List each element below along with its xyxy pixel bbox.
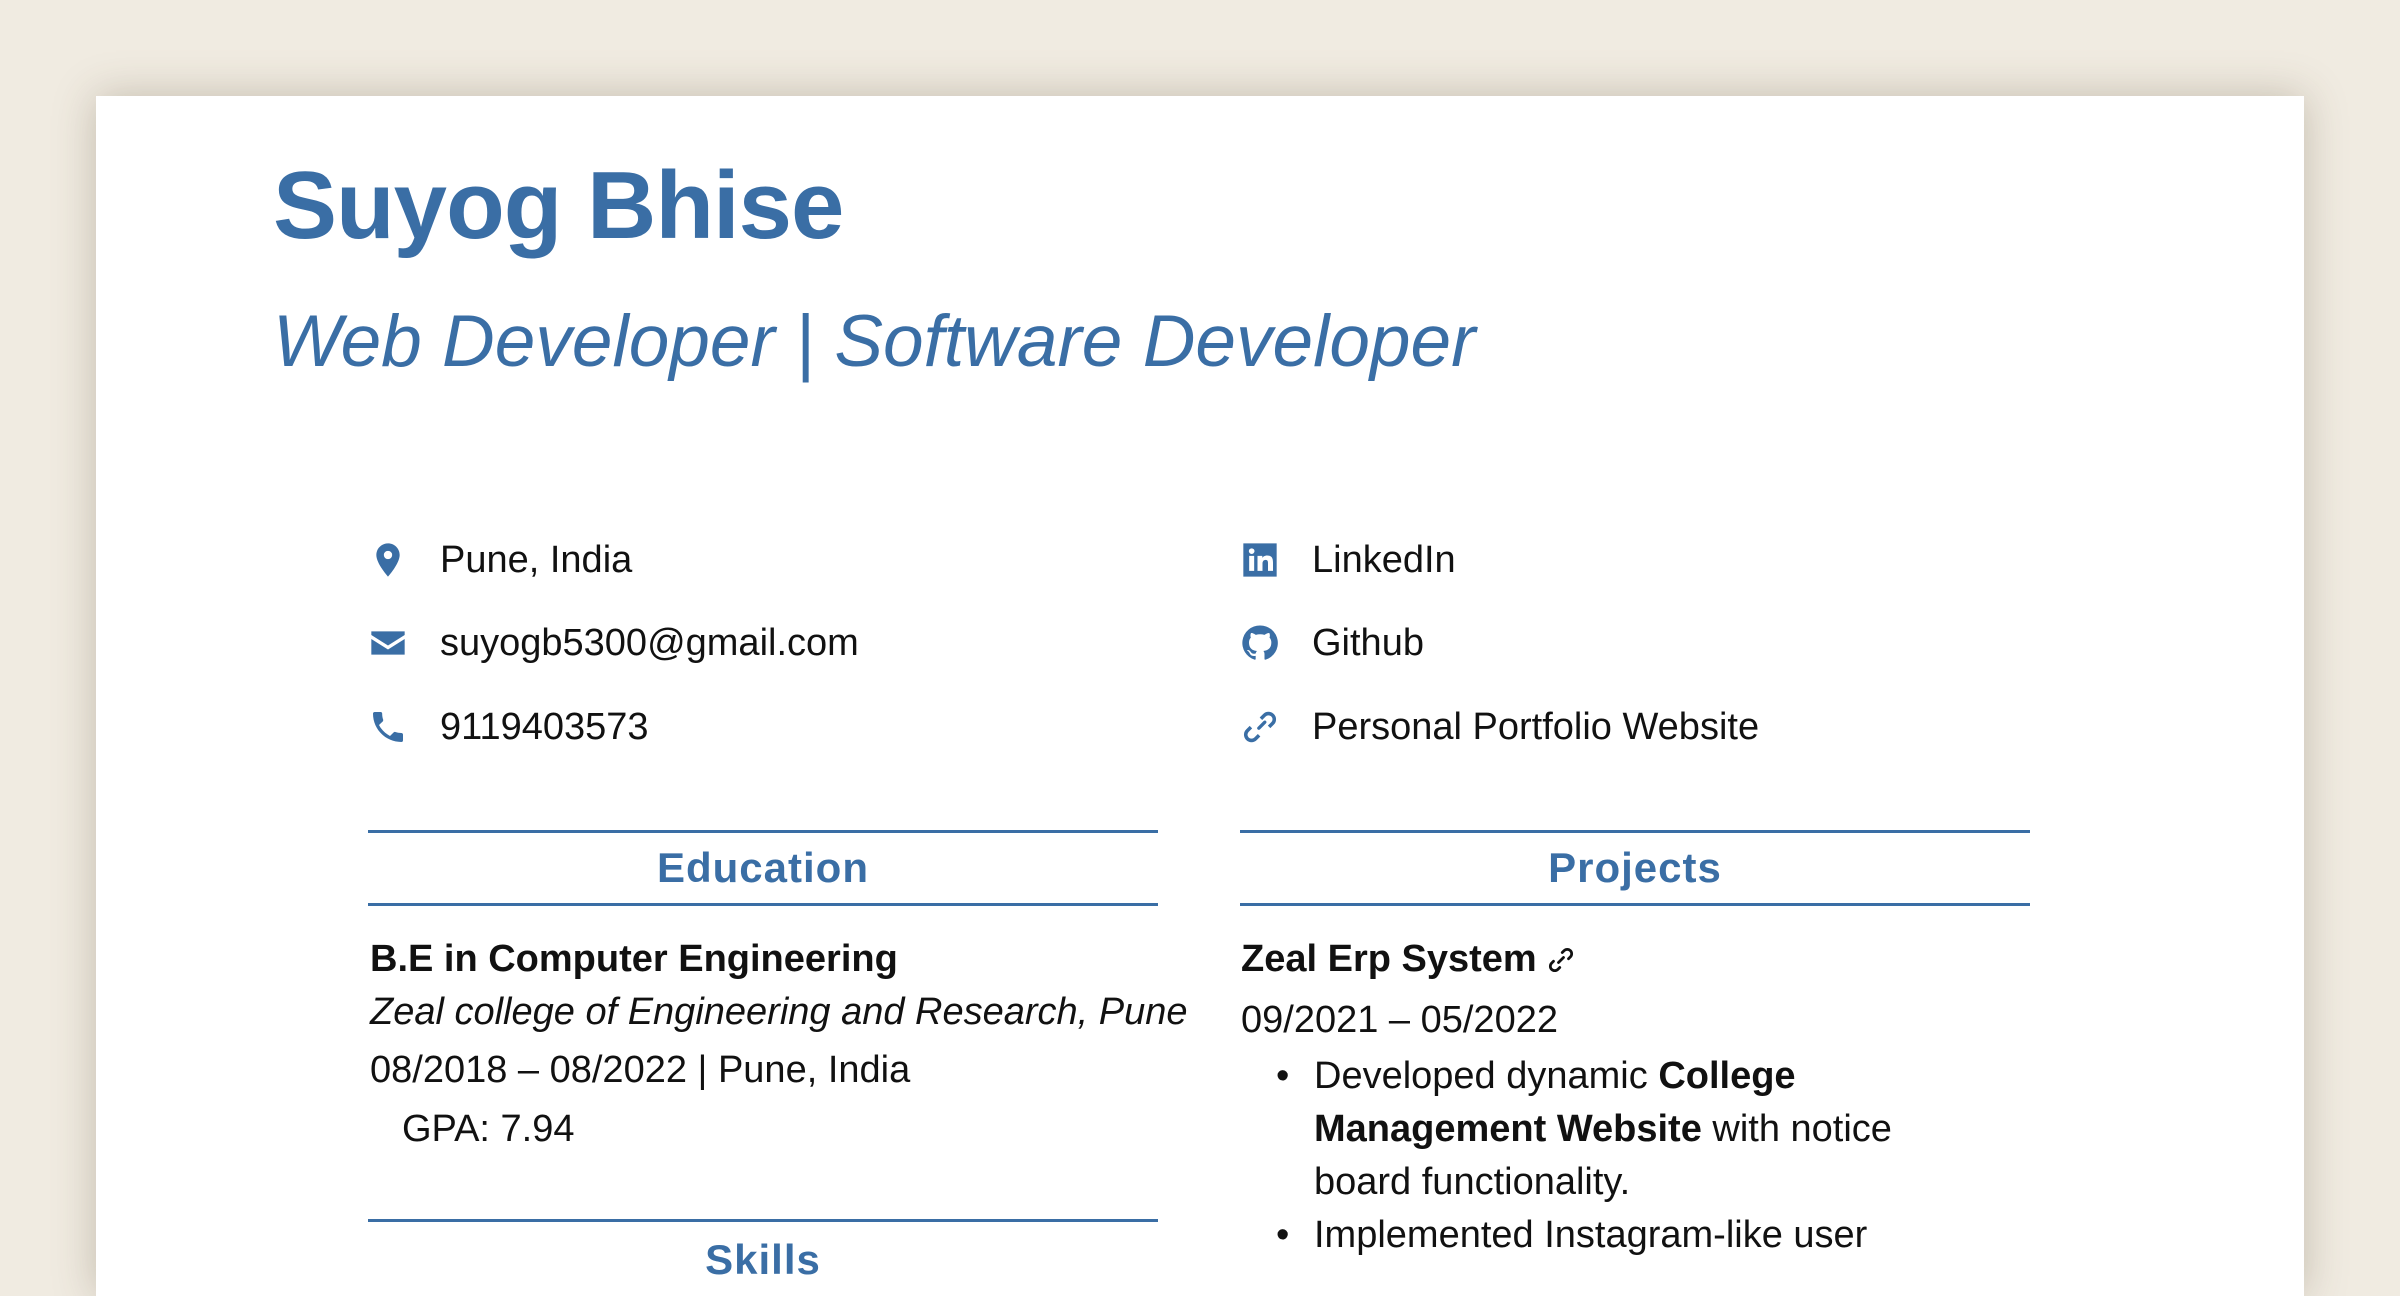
contact-github[interactable]: Github [1240,623,1424,663]
contact-location: Pune, India [368,540,632,580]
contact-email[interactable]: suyogb5300@gmail.com [368,623,859,663]
education-dates: 08/2018 – 08/2022 | Pune, India [370,1049,911,1091]
skills-heading: Skills [368,1219,1158,1295]
github-icon [1240,623,1280,663]
project-bullet: Developed dynamic College Management Web… [1266,1050,1986,1209]
phone-icon [368,707,408,747]
education-heading: Education [368,830,1158,906]
contact-phone[interactable]: 9119403573 [368,707,649,747]
contact-portfolio-text: Personal Portfolio Website [1312,706,1760,748]
projects-heading: Projects [1240,830,2030,906]
contact-github-text: Github [1312,622,1424,664]
contact-email-text: suyogb5300@gmail.com [440,622,859,664]
contact-location-text: Pune, India [440,539,633,581]
contact-phone-text: 9119403573 [440,706,649,748]
contact-linkedin-text: LinkedIn [1312,539,1456,581]
project-bullet: Implemented Instagram-like user [1266,1209,1986,1262]
project-bullets: Developed dynamic College Management Web… [1266,1050,1986,1262]
contact-portfolio[interactable]: Personal Portfolio Website [1240,707,1759,747]
education-degree: B.E in Computer Engineering [370,938,898,980]
project-name: Zeal Erp System [1241,938,1537,980]
project-link-icon[interactable] [1546,945,1576,975]
link-icon [1240,707,1280,747]
contact-linkedin[interactable]: LinkedIn [1240,540,1456,580]
envelope-icon [368,623,408,663]
education-gpa: GPA: 7.94 [402,1108,575,1150]
project-dates: 09/2021 – 05/2022 [1241,999,1558,1041]
education-school: Zeal college of Engineering and Research… [370,991,1188,1033]
resume-title: Web Developer | Software Developer [273,301,1476,382]
map-pin-icon [368,540,408,580]
linkedin-icon [1240,540,1280,580]
resume-name: Suyog Bhise [273,152,844,259]
